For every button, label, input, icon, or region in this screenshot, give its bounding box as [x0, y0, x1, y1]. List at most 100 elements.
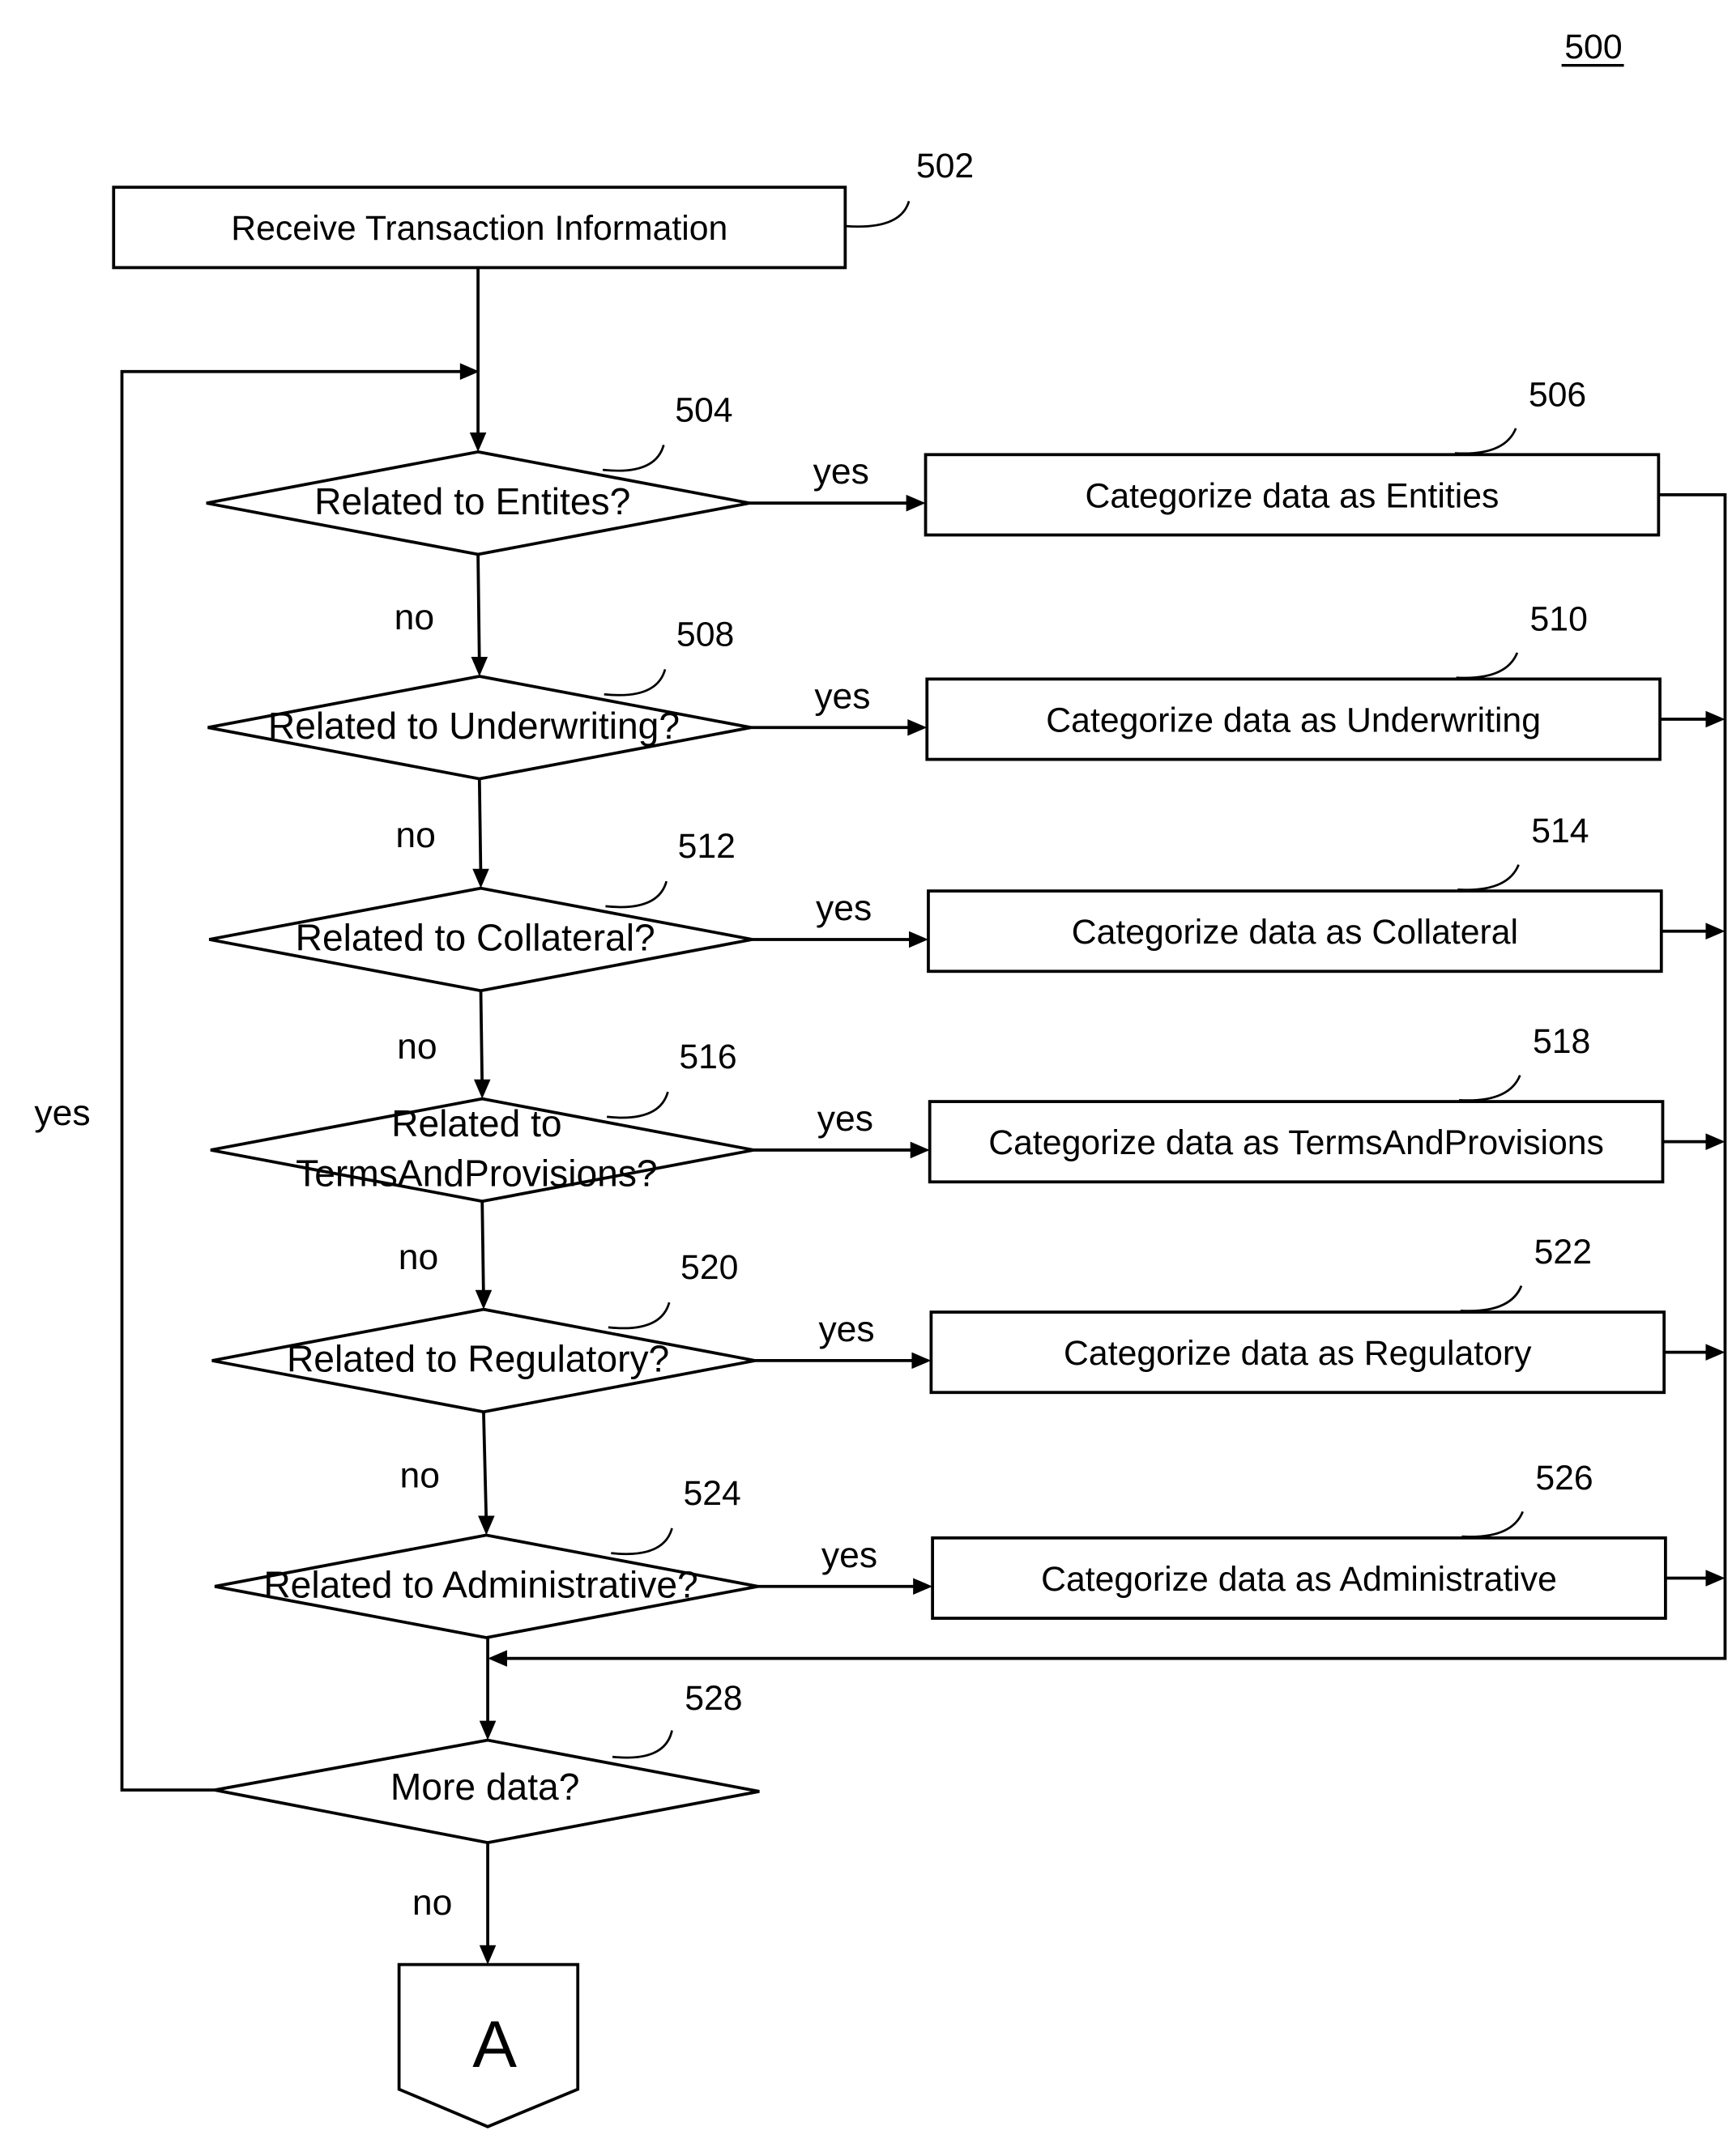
ref-number: 512 — [678, 827, 736, 866]
leader-line — [1456, 652, 1519, 680]
decision-504: Related to Entites? 504 yes no — [206, 390, 926, 676]
ref-number: 502 — [916, 147, 974, 185]
start-step: Receive Transaction Information 502 — [112, 147, 974, 270]
no-label: no — [395, 816, 435, 855]
yes-label: yes — [818, 1310, 874, 1349]
arrow-head — [469, 432, 487, 452]
action-526: Categorize data as Administrative 526 — [931, 1459, 1726, 1620]
ref-number: 508 — [676, 615, 734, 654]
leader-line — [602, 444, 665, 472]
decision-512: Related to Collateral? 512 yes no — [208, 827, 928, 1099]
decision-508: Related to Underwriting? 508 yes no — [207, 615, 928, 888]
action-522: Categorize data as Regulatory 522 — [929, 1233, 1726, 1395]
yes-label: yes — [821, 1536, 877, 1575]
action-506: Categorize data as Entities 506 — [924, 375, 1661, 537]
action-label: Categorize data as TermsAndProvisions — [988, 1123, 1604, 1162]
arrow-head — [475, 1289, 493, 1310]
no-label: no — [395, 598, 434, 637]
arrow-head — [488, 1650, 508, 1667]
ref-number: 518 — [1533, 1022, 1590, 1061]
leader-line — [845, 200, 911, 228]
leader-line — [1457, 864, 1520, 892]
arrow-head — [479, 1720, 497, 1741]
arrow-head — [473, 1079, 491, 1099]
ref-number: 526 — [1535, 1459, 1593, 1498]
arrow-head — [479, 1945, 497, 1965]
arrow-head — [911, 1352, 932, 1370]
no-label: no — [399, 1238, 438, 1277]
no-label: no — [412, 1883, 452, 1923]
arrow-head — [910, 1141, 930, 1159]
action-label: Categorize data as Underwriting — [1046, 701, 1541, 739]
leader-line — [608, 1302, 671, 1330]
ref-number: 528 — [685, 1679, 742, 1718]
no-label: no — [397, 1027, 437, 1067]
arrow-head — [472, 868, 489, 888]
action-514: Categorize data as Collateral 514 — [927, 812, 1726, 974]
action-label: Categorize data as Collateral — [1072, 913, 1518, 952]
actions: Categorize data as Entities506Categorize… — [924, 375, 1726, 1620]
yes-label: yes — [817, 1099, 873, 1139]
yes-label: yes — [814, 676, 870, 716]
action-510: Categorize data as Underwriting 510 — [925, 600, 1726, 761]
ref-number: 524 — [683, 1474, 740, 1513]
connector-label: A — [472, 2008, 517, 2081]
arrow-head — [909, 931, 928, 948]
arrow-head — [478, 1515, 495, 1536]
decision-label: Related to Regulatory? — [287, 1338, 669, 1380]
ref-number: 514 — [1531, 812, 1589, 850]
arrow-head — [1705, 1570, 1726, 1587]
action-label: Categorize data as Regulatory — [1064, 1334, 1532, 1373]
no-flow-line — [480, 1201, 485, 1298]
action-label: Categorize data as Administrative — [1041, 1560, 1557, 1599]
decision-524: Related to Administrative? 524 yes — [214, 1474, 933, 1639]
decision-label: Related to Administrative? — [263, 1563, 697, 1605]
ref-number: 506 — [1529, 375, 1586, 414]
ref-number: 520 — [680, 1248, 738, 1287]
ref-number: 522 — [1534, 1233, 1592, 1272]
yes-label: yes — [816, 888, 872, 928]
decision-label: Related to Collateral? — [296, 917, 655, 959]
arrow-head — [471, 657, 488, 676]
ref-number: 504 — [675, 390, 732, 429]
decision-516: Related to TermsAndProvisions? 516 yes no — [210, 1038, 930, 1310]
arrow-head — [1705, 1344, 1726, 1361]
leader-line — [1461, 1510, 1524, 1538]
flowchart-500: 500 Receive Transaction Information 502 … — [34, 28, 1727, 2128]
decisions: Related to Entites?504yesnoRelated to Un… — [206, 390, 933, 1639]
decision-520: Related to Regulatory? 520 yes no — [211, 1248, 932, 1536]
no-label: no — [400, 1455, 440, 1495]
ref-number: 516 — [679, 1038, 736, 1076]
leader-line — [1460, 1285, 1523, 1313]
leader-line — [612, 1730, 673, 1759]
no-flow-line — [482, 1412, 488, 1524]
loop-yes-label: yes — [34, 1093, 90, 1133]
leader-line — [1458, 1075, 1521, 1102]
leader-line — [1454, 428, 1517, 455]
leader-line — [607, 1091, 669, 1119]
decision-label: TermsAndProvisions? — [296, 1152, 658, 1194]
decision-label: More data? — [390, 1766, 580, 1808]
yes-label: yes — [813, 452, 869, 492]
figure-number: 500 — [1564, 28, 1622, 66]
decision-label: Related to Underwriting? — [268, 705, 680, 747]
no-flow-line — [477, 778, 483, 878]
arrow-head — [913, 1578, 933, 1595]
ref-number: 510 — [1530, 600, 1588, 639]
decision-label: Related to — [391, 1102, 561, 1144]
arrow-head — [906, 494, 926, 512]
no-flow-line — [476, 554, 481, 666]
arrow-head — [1705, 710, 1726, 728]
action-518: Categorize data as TermsAndProvisions 518 — [928, 1022, 1726, 1184]
action-label: Categorize data as Entities — [1085, 476, 1499, 515]
arrow-head — [907, 719, 928, 736]
leader-line — [605, 880, 668, 909]
offpage-connector-a: A — [397, 1962, 580, 2128]
arrow-head — [1705, 922, 1726, 940]
leader-line — [604, 669, 667, 697]
arrow-head — [1705, 1133, 1726, 1150]
start-label: Receive Transaction Information — [231, 209, 727, 248]
decision-label: Related to Entites? — [314, 480, 630, 522]
leader-line — [611, 1528, 673, 1555]
no-flow-line — [479, 991, 484, 1088]
